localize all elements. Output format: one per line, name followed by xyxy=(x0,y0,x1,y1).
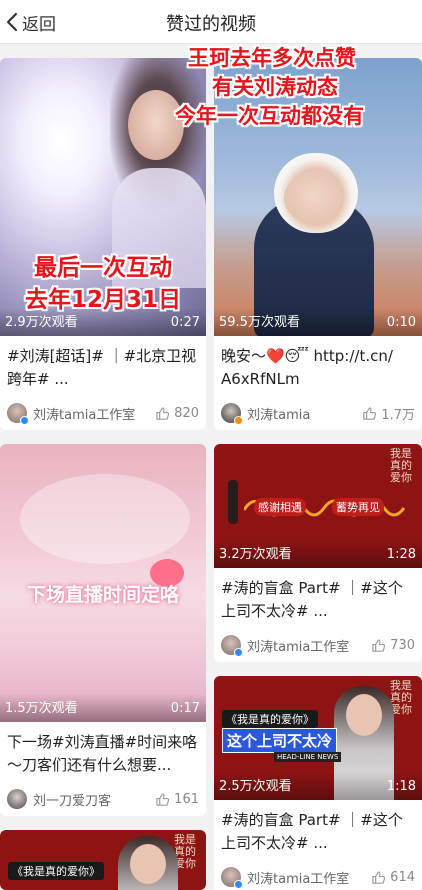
page-title: 赞过的视频 xyxy=(166,14,256,35)
view-count: 3.2万次观看 xyxy=(219,547,292,562)
like-count: 1.7万 xyxy=(381,407,415,423)
video-duration: 1:28 xyxy=(386,547,416,562)
verified-badge-icon xyxy=(20,416,29,425)
video-caption[interactable]: 晚安～❤️😴 http://t.cn/ A6xRfNLm xyxy=(214,336,422,396)
thumb-title: 下场直播时间定咯 xyxy=(26,584,179,606)
video-duration: 0:10 xyxy=(386,315,416,330)
like-button[interactable]: 1.7万 xyxy=(362,404,415,423)
avatar[interactable] xyxy=(221,403,243,425)
liked-videos-feed[interactable]: 最后一次互动 去年12月31日 2.9万次观看 0:27 #刘涛[超话]# ｜#… xyxy=(0,44,422,890)
top-nav-bar: 返回 赞过的视频 xyxy=(0,0,422,44)
avatar[interactable] xyxy=(221,867,243,889)
overlay-line-3: 今年一次互动都没有 xyxy=(175,104,364,128)
thumbs-up-icon xyxy=(372,870,386,884)
thumbs-up-icon xyxy=(372,638,386,652)
badge-sub: HEAD-LINE NEWS xyxy=(274,752,342,762)
author-name[interactable]: 刘涛tamia工作室 xyxy=(247,636,371,655)
verified-badge-icon xyxy=(234,648,243,657)
video-thumbnail[interactable]: 我是真的爱你 《我是真的爱你》 这个上司不太冷 HEAD-LINE NEWS 2… xyxy=(214,676,422,800)
thumb-title-right: 蓄势再见 xyxy=(332,498,384,516)
card1-overlay-line1: 最后一次互动 xyxy=(34,255,172,281)
corner-logo: 我是真的爱你 xyxy=(390,447,412,484)
author-name[interactable]: 刘一刀爱刀客 xyxy=(33,790,155,809)
author-name[interactable]: 刘涛tamia xyxy=(247,404,362,423)
view-count: 59.5万次观看 xyxy=(219,315,300,330)
overlay-line-2: 有关刘涛动态 xyxy=(212,75,338,99)
video-duration: 0:27 xyxy=(170,315,200,330)
video-thumbnail[interactable]: 我是真的爱你 《我是真的爱你》 xyxy=(0,830,206,890)
caption-line-2: A6xRfNLm xyxy=(221,370,300,388)
video-thumbnail[interactable]: 我是真的爱你 感谢相遇 蓄势再见 3.2万次观看 1:28 xyxy=(214,444,422,568)
avatar[interactable] xyxy=(7,789,27,809)
video-card[interactable]: 我是真的爱你 感谢相遇 蓄势再见 3.2万次观看 1:28 #涛的盲盒 Part… xyxy=(214,444,422,662)
like-count: 161 xyxy=(174,791,199,807)
video-caption[interactable]: 下一场#刘涛直播#时间来咯～刀客们还有什么想要... xyxy=(0,722,206,782)
verified-badge-icon xyxy=(234,880,243,889)
author-name[interactable]: 刘涛tamia工作室 xyxy=(33,404,155,423)
verified-badge-icon xyxy=(234,416,243,425)
thumbs-up-icon xyxy=(156,792,170,806)
video-card[interactable]: 我是真的爱你 《我是真的爱你》 xyxy=(0,830,206,890)
like-button[interactable]: 820 xyxy=(155,406,199,421)
badge-main: 这个上司不太冷 xyxy=(222,728,338,753)
video-duration: 0:17 xyxy=(170,701,200,716)
badge-top: 《我是真的爱你》 xyxy=(222,710,318,728)
overlay-line-1: 王珂去年多次点赞 xyxy=(188,46,356,70)
view-count: 2.5万次观看 xyxy=(219,779,292,794)
caption-line-1: 晚安～❤️😴 http://t.cn/ xyxy=(221,347,393,365)
video-caption[interactable]: #涛的盲盒 Part# ｜#这个上司不太冷# ... xyxy=(214,568,422,628)
view-count: 2.9万次观看 xyxy=(5,315,78,330)
like-count: 820 xyxy=(174,405,199,421)
author-name[interactable]: 刘涛tamia工作室 xyxy=(247,868,371,887)
like-button[interactable]: 614 xyxy=(371,870,415,885)
thumbs-up-icon xyxy=(156,406,170,420)
video-caption[interactable]: #刘涛[超话]# ｜#北京卫视跨年# ... xyxy=(0,336,206,396)
badge-top: 《我是真的爱你》 xyxy=(8,862,104,880)
like-count: 730 xyxy=(390,637,415,653)
video-card[interactable]: 我是真的爱你 《我是真的爱你》 这个上司不太冷 HEAD-LINE NEWS 2… xyxy=(214,676,422,890)
avatar[interactable] xyxy=(221,635,243,657)
video-card[interactable]: 下场直播时间定咯 1.5万次观看 0:17 下一场#刘涛直播#时间来咯～刀客们还… xyxy=(0,444,206,816)
like-button[interactable]: 730 xyxy=(371,638,415,653)
thumb-title-left: 感谢相遇 xyxy=(254,498,306,516)
video-duration: 1:18 xyxy=(386,779,416,794)
avatar[interactable] xyxy=(7,403,29,425)
thumbs-up-icon xyxy=(363,406,377,420)
video-thumbnail[interactable]: 下场直播时间定咯 1.5万次观看 0:17 xyxy=(0,444,206,722)
like-button[interactable]: 161 xyxy=(155,792,199,807)
video-caption[interactable]: #涛的盲盒 Part# ｜#这个上司不太冷# ... xyxy=(214,800,422,860)
like-count: 614 xyxy=(390,869,415,885)
view-count: 1.5万次观看 xyxy=(5,701,78,716)
